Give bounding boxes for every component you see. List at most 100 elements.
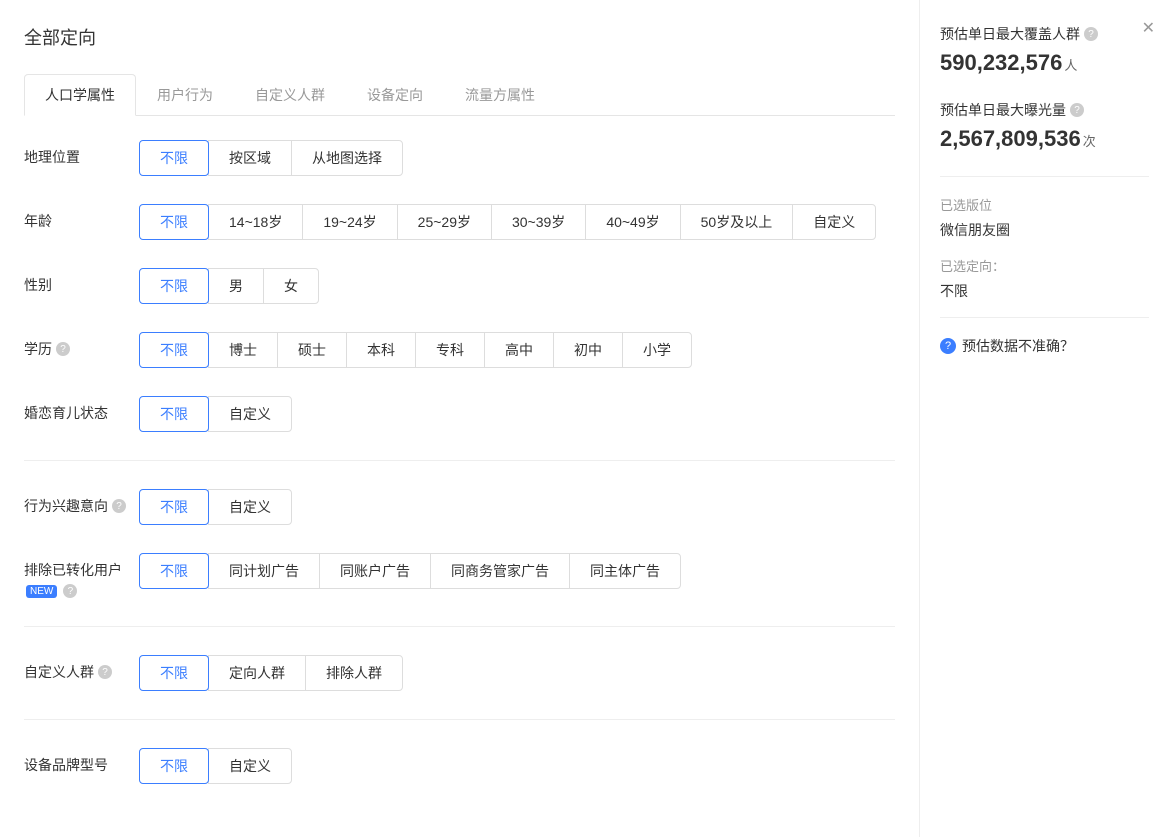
help-icon[interactable]: ? [98, 665, 112, 679]
main-panel: 全部定向 人口学属性 用户行为 自定义人群 设备定向 流量方属性 地理位置 不限… [0, 0, 919, 837]
new-badge: NEW [26, 585, 57, 598]
option-interest-unlimited[interactable]: 不限 [139, 489, 209, 525]
metric-exposure-unit: 次 [1083, 134, 1096, 149]
side-divider [940, 176, 1149, 177]
option-custom-exclude[interactable]: 排除人群 [305, 655, 403, 691]
option-age-40-49[interactable]: 40~49岁 [585, 204, 680, 240]
label-marriage: 婚恋育儿状态 [24, 396, 139, 423]
help-icon[interactable]: ? [112, 499, 126, 513]
row-exclude: 排除已转化用户 NEW ? 不限 同计划广告 同账户广告 同商务管家广告 同主体… [24, 553, 895, 598]
label-location: 地理位置 [24, 140, 139, 167]
options-education: 不限 博士 硕士 本科 专科 高中 初中 小学 [139, 332, 692, 368]
option-education-master[interactable]: 硕士 [277, 332, 347, 368]
tab-device-targeting[interactable]: 设备定向 [346, 74, 444, 115]
tabs: 人口学属性 用户行为 自定义人群 设备定向 流量方属性 [24, 74, 895, 116]
option-education-bachelor[interactable]: 本科 [346, 332, 416, 368]
help-icon[interactable]: ? [56, 342, 70, 356]
options-gender: 不限 男 女 [139, 268, 319, 304]
placement-value: 微信朋友圈 [940, 220, 1149, 240]
section-divider [24, 460, 895, 461]
row-education: 学历 ? 不限 博士 硕士 本科 专科 高中 初中 小学 [24, 332, 895, 368]
option-exclude-same-plan[interactable]: 同计划广告 [208, 553, 320, 589]
tab-behavior[interactable]: 用户行为 [136, 74, 234, 115]
label-custom-text: 自定义人群 [24, 662, 94, 682]
option-custom-unlimited[interactable]: 不限 [139, 655, 209, 691]
option-gender-unlimited[interactable]: 不限 [139, 268, 209, 304]
options-location: 不限 按区域 从地图选择 [139, 140, 403, 176]
page-title: 全部定向 [24, 24, 895, 50]
metric-exposure-value: 2,567,809,536次 [940, 126, 1149, 152]
metric-reach-label-text: 预估单日最大覆盖人群 [940, 24, 1080, 44]
label-education: 学历 ? [24, 332, 139, 359]
option-age-30-39[interactable]: 30~39岁 [491, 204, 586, 240]
label-device: 设备品牌型号 [24, 748, 139, 775]
option-gender-female[interactable]: 女 [263, 268, 319, 304]
metric-reach-number: 590,232,576 [940, 50, 1062, 75]
row-marriage: 婚恋育儿状态 不限 自定义 [24, 396, 895, 432]
option-education-middleschool[interactable]: 初中 [553, 332, 623, 368]
metric-exposure-label: 预估单日最大曝光量 ? [940, 100, 1149, 120]
option-exclude-same-business[interactable]: 同商务管家广告 [430, 553, 570, 589]
option-location-map[interactable]: 从地图选择 [291, 140, 403, 176]
options-age: 不限 14~18岁 19~24岁 25~29岁 30~39岁 40~49岁 50… [139, 204, 876, 240]
side-panel: ✕ 预估单日最大覆盖人群 ? 590,232,576人 预估单日最大曝光量 ? … [919, 0, 1169, 837]
option-age-14-18[interactable]: 14~18岁 [208, 204, 303, 240]
option-age-50plus[interactable]: 50岁及以上 [680, 204, 794, 240]
option-age-19-24[interactable]: 19~24岁 [302, 204, 397, 240]
metric-exposure-label-text: 预估单日最大曝光量 [940, 100, 1066, 120]
options-device: 不限 自定义 [139, 748, 292, 784]
row-device: 设备品牌型号 不限 自定义 [24, 748, 895, 784]
close-icon: ✕ [1142, 20, 1155, 37]
close-button[interactable]: ✕ [1142, 18, 1155, 38]
option-education-unlimited[interactable]: 不限 [139, 332, 209, 368]
label-interest-text: 行为兴趣意向 [24, 496, 108, 516]
row-location: 地理位置 不限 按区域 从地图选择 [24, 140, 895, 176]
option-location-unlimited[interactable]: 不限 [139, 140, 209, 176]
option-education-primary[interactable]: 小学 [622, 332, 692, 368]
option-age-unlimited[interactable]: 不限 [139, 204, 209, 240]
section-divider [24, 626, 895, 627]
row-custom: 自定义人群 ? 不限 定向人群 排除人群 [24, 655, 895, 691]
tab-demographics[interactable]: 人口学属性 [24, 74, 136, 116]
option-marriage-unlimited[interactable]: 不限 [139, 396, 209, 432]
option-exclude-same-account[interactable]: 同账户广告 [319, 553, 431, 589]
section-divider [24, 719, 895, 720]
placement-label: 已选版位 [940, 195, 1149, 214]
row-interest: 行为兴趣意向 ? 不限 自定义 [24, 489, 895, 525]
metric-exposure-number: 2,567,809,536 [940, 126, 1081, 151]
help-icon[interactable]: ? [1084, 27, 1098, 41]
options-marriage: 不限 自定义 [139, 396, 292, 432]
option-interest-custom[interactable]: 自定义 [208, 489, 292, 525]
tab-traffic-attributes[interactable]: 流量方属性 [444, 74, 556, 115]
option-device-unlimited[interactable]: 不限 [139, 748, 209, 784]
help-icon[interactable]: ? [1070, 103, 1084, 117]
targeting-label: 已选定向： [940, 256, 1149, 275]
feedback-text: 预估数据不准确？ [962, 336, 1074, 356]
tab-custom-audience[interactable]: 自定义人群 [234, 74, 346, 115]
metric-reach-label: 预估单日最大覆盖人群 ? [940, 24, 1149, 44]
label-age: 年龄 [24, 204, 139, 231]
row-age: 年龄 不限 14~18岁 19~24岁 25~29岁 30~39岁 40~49岁… [24, 204, 895, 240]
chat-icon: ? [940, 338, 956, 354]
option-education-highschool[interactable]: 高中 [484, 332, 554, 368]
option-device-custom[interactable]: 自定义 [208, 748, 292, 784]
option-age-25-29[interactable]: 25~29岁 [397, 204, 492, 240]
help-icon[interactable]: ? [63, 584, 77, 598]
option-education-phd[interactable]: 博士 [208, 332, 278, 368]
option-custom-include[interactable]: 定向人群 [208, 655, 306, 691]
row-gender: 性别 不限 男 女 [24, 268, 895, 304]
metric-reach-value: 590,232,576人 [940, 50, 1149, 76]
option-age-custom[interactable]: 自定义 [792, 204, 876, 240]
feedback-link[interactable]: ? 预估数据不准确？ [940, 336, 1149, 356]
options-interest: 不限 自定义 [139, 489, 292, 525]
option-location-region[interactable]: 按区域 [208, 140, 292, 176]
options-exclude: 不限 同计划广告 同账户广告 同商务管家广告 同主体广告 [139, 553, 681, 589]
option-marriage-custom[interactable]: 自定义 [208, 396, 292, 432]
option-education-associate[interactable]: 专科 [415, 332, 485, 368]
option-exclude-same-entity[interactable]: 同主体广告 [569, 553, 681, 589]
option-exclude-unlimited[interactable]: 不限 [139, 553, 209, 589]
label-gender: 性别 [24, 268, 139, 295]
label-interest: 行为兴趣意向 ? [24, 489, 139, 516]
option-gender-male[interactable]: 男 [208, 268, 264, 304]
label-exclude: 排除已转化用户 NEW ? [24, 553, 139, 598]
